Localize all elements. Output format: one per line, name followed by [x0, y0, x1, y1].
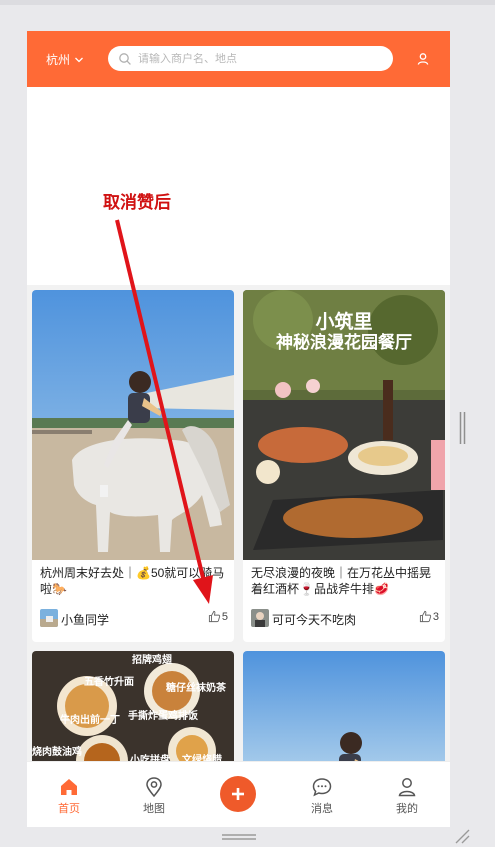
search-icon	[119, 52, 131, 65]
side-scroll-handle[interactable]	[459, 412, 466, 444]
home-icon	[61, 779, 77, 795]
search-input[interactable]	[138, 52, 378, 65]
search-box[interactable]	[108, 46, 393, 71]
user-icon[interactable]	[416, 52, 430, 66]
thumbs-up-icon	[208, 610, 221, 623]
annotation-label: 取消赞后	[103, 193, 171, 213]
post-card[interactable]: 招牌鸡翅 五香竹升面 糖仔丝袜奶茶 牛肉出前一丁 手撕炸蛋鸡排饭 烧肉鼓油鸡 小…	[32, 651, 234, 771]
city-label: 杭州	[46, 53, 71, 67]
food-label: 烧肉鼓油鸡	[32, 745, 82, 758]
tab-mine[interactable]: 我的	[382, 776, 432, 816]
image-overlay-text-2: 神秘浪漫花园餐厅	[276, 332, 412, 352]
post-title: 杭州周末好去处｜💰50就可以骑马啦🐎	[40, 566, 225, 596]
tab-label: 消息	[311, 803, 333, 815]
banner-area	[27, 87, 450, 285]
chat-bubble-icon	[312, 778, 332, 797]
resize-grip-icon[interactable]	[454, 828, 470, 844]
city-selector[interactable]: 杭州	[46, 51, 84, 68]
like-count: 3	[432, 610, 439, 623]
author-avatar[interactable]	[251, 609, 269, 627]
like-count: 5	[221, 610, 228, 623]
food-label: 牛肉出前一丁	[60, 713, 120, 726]
post-title: 无尽浪漫的夜晚｜在万花丛中摇晃着红酒杯🍷品战斧牛排🥩	[251, 566, 432, 596]
food-label: 招牌鸡翅	[132, 653, 172, 666]
like-button[interactable]: 5	[208, 610, 228, 623]
author-name: 可可今天不吃肉	[272, 613, 357, 627]
user-icon	[398, 778, 416, 797]
bottom-drag-handle[interactable]	[222, 833, 256, 841]
food-label: 五香竹升面	[84, 675, 134, 688]
post-image-food-platter: 招牌鸡翅 五香竹升面 糖仔丝袜奶茶 牛肉出前一丁 手撕炸蛋鸡排饭 烧肉鼓油鸡 小…	[32, 651, 234, 771]
food-label: 糖仔丝袜奶茶	[166, 681, 227, 694]
tab-messages[interactable]: 消息	[297, 776, 347, 816]
author-avatar[interactable]	[40, 609, 58, 627]
author-name: 小鱼同学	[61, 613, 110, 627]
tab-label: 我的	[396, 803, 418, 815]
post-card[interactable]: 杭州周末好去处｜💰50就可以骑马啦🐎 小鱼同学 5	[32, 290, 234, 642]
like-button[interactable]: 3	[419, 610, 439, 623]
post-image-garden-restaurant: 小筑里 神秘浪漫花园餐厅	[243, 290, 445, 560]
map-pin-icon	[146, 777, 162, 798]
plus-icon	[232, 788, 244, 800]
bottom-tab-bar: 首页 地图 消息 我的	[27, 761, 450, 827]
thumbs-up-icon	[419, 610, 432, 623]
food-label: 手撕炸蛋鸡排饭	[128, 709, 198, 722]
phone-screen: 杭州 杭州周末好去处｜💰50就可以骑马啦🐎	[27, 31, 450, 827]
tab-label: 地图	[143, 803, 165, 815]
chevron-down-icon	[75, 57, 83, 62]
window-top-edge	[0, 0, 495, 5]
post-image-horse-riding	[32, 290, 234, 560]
tab-map[interactable]: 地图	[129, 776, 179, 816]
tab-home[interactable]: 首页	[44, 776, 94, 816]
tab-label: 首页	[58, 803, 80, 815]
post-image-horse-riding	[243, 651, 445, 771]
publish-button[interactable]	[220, 776, 256, 812]
post-card[interactable]	[243, 651, 445, 771]
image-overlay-text-1: 小筑里	[315, 310, 372, 333]
header-bar: 杭州	[27, 31, 450, 87]
post-card[interactable]: 小筑里 神秘浪漫花园餐厅 无尽浪漫的夜晚｜在万花丛中摇晃着红酒杯🍷品战斧牛排🥩 …	[243, 290, 445, 642]
